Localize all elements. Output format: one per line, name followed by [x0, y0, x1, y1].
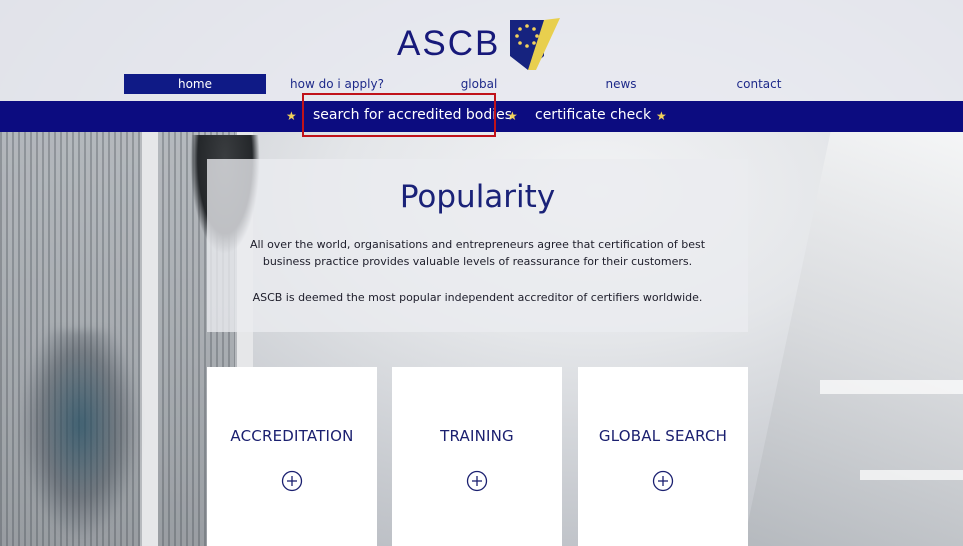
logo-text: ASCB: [397, 24, 501, 63]
card-title: ACCREDITATION: [230, 427, 354, 445]
search-accredited-bodies-link[interactable]: search for accredited bodies: [313, 107, 512, 123]
accreditation-card[interactable]: ACCREDITATION: [207, 367, 377, 546]
star-icon: ★: [286, 109, 297, 123]
panel-paragraph: ASCB is deemed the most popular independ…: [252, 291, 703, 304]
popularity-panel: Popularity All over the world, organisat…: [207, 159, 748, 332]
background-beam: [860, 470, 963, 480]
nav-home[interactable]: home: [124, 74, 266, 94]
site-header: ASCB home how do i apply? global news co…: [0, 0, 963, 101]
site-logo[interactable]: ASCB: [397, 16, 562, 72]
certificate-check-link[interactable]: certificate check: [535, 107, 651, 123]
plus-circle-icon[interactable]: [466, 470, 488, 492]
panel-paragraph: All over the world, organisations and en…: [249, 238, 706, 268]
star-icon: ★: [507, 109, 518, 123]
nav-global[interactable]: global: [408, 74, 550, 94]
training-card[interactable]: TRAINING: [392, 367, 562, 546]
eu-stars-shield-icon: [510, 18, 561, 70]
nav-how-do-i-apply[interactable]: how do i apply?: [266, 74, 408, 94]
background-person: [20, 330, 140, 540]
card-title: GLOBAL SEARCH: [598, 427, 728, 445]
background-beam: [820, 380, 963, 394]
plus-circle-icon[interactable]: [652, 470, 674, 492]
star-icon: ★: [656, 109, 667, 123]
card-title: TRAINING: [440, 427, 514, 445]
panel-title: Popularity: [399, 179, 556, 215]
nav-news[interactable]: news: [550, 74, 692, 94]
background-rail: [140, 130, 158, 546]
nav-contact[interactable]: contact: [688, 74, 830, 94]
background-wall: [743, 130, 963, 546]
main-navigation: home how do i apply? global news contact: [0, 74, 963, 94]
global-search-card[interactable]: GLOBAL SEARCH: [578, 367, 748, 546]
plus-circle-icon[interactable]: [281, 470, 303, 492]
sub-navigation: ★ search for accredited bodies ★ certifi…: [0, 101, 963, 132]
